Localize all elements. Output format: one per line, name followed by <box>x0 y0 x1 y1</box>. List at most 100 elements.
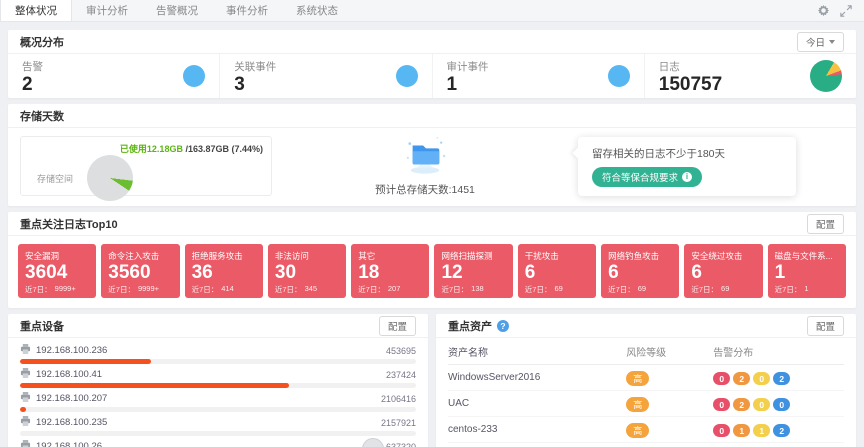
log-card-value: 18 <box>358 262 422 284</box>
asset-row: Windows7 高 0 1 0 2 <box>448 443 844 447</box>
risk-badge: 高 <box>626 423 649 438</box>
log-card-value: 6 <box>608 262 672 284</box>
top10-config-button[interactable]: 配置 <box>807 214 844 234</box>
date-filter-button[interactable]: 今日 <box>797 32 844 52</box>
alert-pill-critical: 0 <box>713 424 730 437</box>
device-bar <box>20 431 416 436</box>
stat-alerts: 告警 2 <box>8 54 220 98</box>
storage-days-text: 预计总存储天数:1451 <box>375 182 475 197</box>
log-card-title: 非法访问 <box>275 250 339 262</box>
asset-name: UAC <box>448 398 626 409</box>
col-header-name: 资产名称 <box>448 344 626 359</box>
device-value: 2106416 <box>381 394 416 404</box>
log-card-8[interactable]: 网络钓鱼攻击 6 近7日：69 <box>601 244 679 298</box>
fullscreen-expand-icon[interactable] <box>840 5 852 17</box>
storage-title: 存储天数 <box>20 108 64 124</box>
devices-config-button[interactable]: 配置 <box>379 316 416 336</box>
log-card-6[interactable]: 网络扫描探测 12 近7日：138 <box>434 244 512 298</box>
stat-label: 日志 <box>659 59 722 74</box>
log-card-value: 6 <box>691 262 755 284</box>
compliance-tip-card: 留存相关的日志不少于180天 符合等保合规要求 i <box>578 137 796 196</box>
device-bar <box>20 407 416 412</box>
audit-circle-icon <box>608 65 630 87</box>
log-card-recent: 近7日：345 <box>275 284 339 295</box>
log-card-title: 拒绝服务攻击 <box>192 250 256 262</box>
device-row: 192.168.100.41 237424 <box>20 368 416 388</box>
devices-title: 重点设备 <box>20 318 64 334</box>
stat-correlated-events: 关联事件 3 <box>220 54 432 98</box>
device-row: 192.168.100.235 2157921 <box>20 416 416 436</box>
asset-name: WindowsServer2016 <box>448 372 626 383</box>
stat-value: 2 <box>22 75 43 94</box>
tab-overall-status[interactable]: 整体状况 <box>0 0 72 21</box>
device-bar <box>20 359 416 364</box>
info-icon: i <box>682 172 692 182</box>
settings-gear-icon[interactable] <box>817 4 830 17</box>
stat-label: 审计事件 <box>447 59 489 74</box>
help-question-icon[interactable]: ? <box>497 320 509 332</box>
log-card-recent: 近7日：9999+ <box>25 284 89 295</box>
device-value: 237424 <box>386 370 416 380</box>
stat-label: 关联事件 <box>234 59 276 74</box>
alert-distribution: 0 2 0 2 <box>713 372 790 385</box>
tab-system-status[interactable]: 系统状态 <box>282 0 352 21</box>
stat-label: 告警 <box>22 59 43 74</box>
alert-pill-high: 2 <box>733 372 750 385</box>
log-card-recent: 近7日：69 <box>691 284 755 295</box>
stat-value: 1 <box>447 75 489 94</box>
device-value: 2157921 <box>381 418 416 428</box>
log-card-title: 磁盘与文件系... <box>775 250 839 262</box>
alert-distribution: 0 1 1 2 <box>713 424 790 437</box>
device-row: 192.168.100.26 637320 <box>20 440 416 447</box>
log-card-2[interactable]: 命令注入攻击 3560 近7日：9999+ <box>101 244 179 298</box>
assets-title: 重点资产 <box>448 318 492 334</box>
device-ip: 192.168.100.26 <box>36 441 102 447</box>
alert-pill-low: 0 <box>773 398 790 411</box>
assets-section: 重点资产 ? 配置 资产名称 风险等级 告警分布 WindowsServer20… <box>436 314 856 447</box>
compliance-tip-text: 留存相关的日志不少于180天 <box>592 146 782 161</box>
device-value: 453695 <box>386 346 416 356</box>
log-card-4[interactable]: 非法访问 30 近7日：345 <box>268 244 346 298</box>
device-printer-icon <box>20 368 31 381</box>
log-card-recent: 近7日：69 <box>608 284 672 295</box>
tab-event-analysis[interactable]: 事件分析 <box>212 0 282 21</box>
alerts-circle-icon <box>183 65 205 87</box>
log-card-1[interactable]: 安全漏洞 3604 近7日：9999+ <box>18 244 96 298</box>
log-card-title: 安全绕过攻击 <box>691 250 755 262</box>
device-value: 637320 <box>386 442 416 447</box>
alert-pill-medium: 0 <box>753 372 770 385</box>
device-bar <box>20 383 416 388</box>
tab-audit-analysis[interactable]: 审计分析 <box>72 0 142 21</box>
asset-row: centos-233 高 0 1 1 2 <box>448 417 844 443</box>
storage-space-pie <box>87 155 133 201</box>
device-ip: 192.168.100.207 <box>36 393 107 404</box>
alert-pill-critical: 0 <box>713 372 730 385</box>
stat-logs: 日志 150757 <box>645 54 856 98</box>
assets-config-button[interactable]: 配置 <box>807 316 844 336</box>
asset-row: UAC 高 0 2 0 0 <box>448 391 844 417</box>
device-printer-icon <box>20 440 31 447</box>
log-card-title: 网络扫描探测 <box>441 250 505 262</box>
log-card-value: 12 <box>441 262 505 284</box>
log-card-7[interactable]: 干扰攻击 6 近7日：69 <box>518 244 596 298</box>
log-card-3[interactable]: 拒绝服务攻击 36 近7日：414 <box>185 244 263 298</box>
log-card-5[interactable]: 其它 18 近7日：207 <box>351 244 429 298</box>
log-card-recent: 近7日：69 <box>525 284 589 295</box>
log-card-title: 安全漏洞 <box>25 250 89 262</box>
compliance-badge-button[interactable]: 符合等保合规要求 i <box>592 167 702 187</box>
alert-pill-medium: 1 <box>753 424 770 437</box>
device-printer-icon <box>20 392 31 405</box>
tab-alert-overview[interactable]: 告警概况 <box>142 0 212 21</box>
log-card-10[interactable]: 磁盘与文件系... 1 近7日：1 <box>768 244 846 298</box>
log-card-value: 3560 <box>108 262 172 284</box>
device-ip: 192.168.100.236 <box>36 345 107 356</box>
tabbar-spacer <box>352 0 817 21</box>
device-ip: 192.168.100.41 <box>36 369 102 380</box>
alert-pill-high: 1 <box>733 424 750 437</box>
storage-usage-box: 已使用12.18GB /163.87GB (7.44%) 存储空间 <box>20 136 272 196</box>
log-card-recent: 近7日：1 <box>775 284 839 295</box>
log-card-9[interactable]: 安全绕过攻击 6 近7日：69 <box>684 244 762 298</box>
log-card-value: 6 <box>525 262 589 284</box>
top10-title: 重点关注日志Top10 <box>20 216 118 232</box>
storage-pie-label: 存储空间 <box>37 172 73 185</box>
